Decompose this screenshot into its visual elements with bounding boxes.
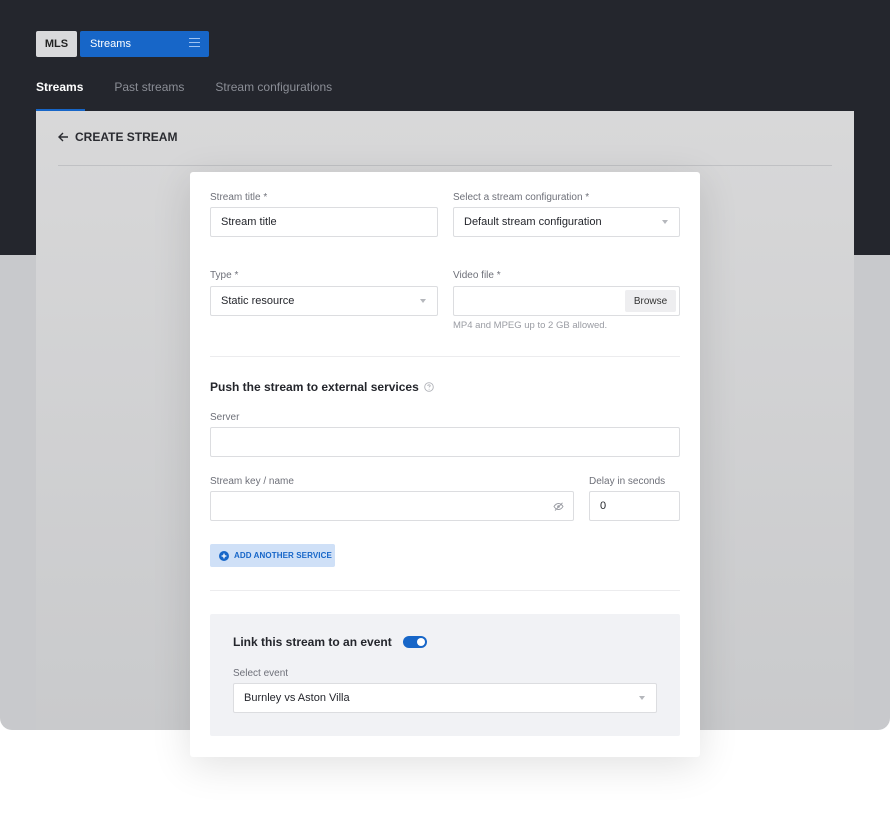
- page-title: CREATE STREAM: [75, 130, 178, 144]
- header-divider: [58, 165, 832, 166]
- org-switcher-button[interactable]: MLS: [36, 31, 77, 57]
- link-event-toggle[interactable]: [402, 636, 427, 648]
- stream-config-label: Select a stream configuration *: [453, 192, 590, 203]
- event-section-title: Link this stream to an event: [233, 635, 427, 649]
- page-header: CREATE STREAM: [58, 130, 177, 144]
- chevron-down-icon: [662, 220, 668, 224]
- stream-key-input[interactable]: [210, 491, 574, 521]
- delay-label: Delay in seconds: [589, 476, 666, 487]
- selected-event-value: Burnley vs Aston Villa: [244, 692, 350, 704]
- eye-off-icon[interactable]: [553, 502, 564, 511]
- back-arrow-icon[interactable]: [58, 132, 69, 142]
- tab-past-streams[interactable]: Past streams: [114, 80, 184, 111]
- server-input[interactable]: [210, 427, 680, 457]
- event-link-panel: Link this stream to an event Select even…: [210, 614, 680, 736]
- browse-button[interactable]: Browse: [625, 290, 676, 312]
- select-event-label: Select event: [233, 668, 289, 679]
- add-another-service-label: ADD ANOTHER SERVICE: [234, 551, 332, 560]
- plus-circle-icon: [219, 550, 229, 561]
- create-stream-form: Stream title * Stream title Select a str…: [190, 172, 700, 757]
- hamburger-icon: [189, 38, 200, 50]
- section-divider: [210, 356, 680, 357]
- video-file-hint: MP4 and MPEG up to 2 GB allowed.: [453, 320, 608, 331]
- type-select[interactable]: Static resource: [210, 286, 438, 316]
- stream-title-label: Stream title *: [210, 192, 268, 203]
- video-file-label: Video file *: [453, 270, 501, 281]
- stream-config-value: Default stream configuration: [464, 216, 602, 228]
- select-event-dropdown[interactable]: Burnley vs Aston Villa: [233, 683, 657, 713]
- section-menu-label: Streams: [90, 38, 131, 50]
- tab-stream-configurations[interactable]: Stream configurations: [215, 80, 332, 111]
- tab-streams[interactable]: Streams: [36, 80, 86, 111]
- stream-key-label: Stream key / name: [210, 476, 294, 487]
- event-section-title-text: Link this stream to an event: [233, 635, 392, 649]
- help-circle-icon[interactable]: [424, 382, 434, 392]
- section-menu-button[interactable]: Streams: [80, 31, 209, 57]
- add-another-service-button[interactable]: ADD ANOTHER SERVICE: [210, 544, 335, 567]
- stream-title-input[interactable]: Stream title: [210, 207, 438, 237]
- delay-input[interactable]: 0: [589, 491, 680, 521]
- type-value: Static resource: [221, 295, 295, 307]
- stream-config-select[interactable]: Default stream configuration: [453, 207, 680, 237]
- push-section-title-text: Push the stream to external services: [210, 380, 419, 394]
- tab-bar: Streams Past streams Stream configuratio…: [36, 80, 363, 111]
- chevron-down-icon: [639, 696, 645, 700]
- server-label: Server: [210, 412, 240, 423]
- push-section-title: Push the stream to external services: [210, 380, 434, 394]
- type-label: Type *: [210, 270, 239, 281]
- video-file-input[interactable]: Browse: [453, 286, 680, 316]
- chevron-down-icon: [420, 299, 426, 303]
- section-divider: [210, 590, 680, 591]
